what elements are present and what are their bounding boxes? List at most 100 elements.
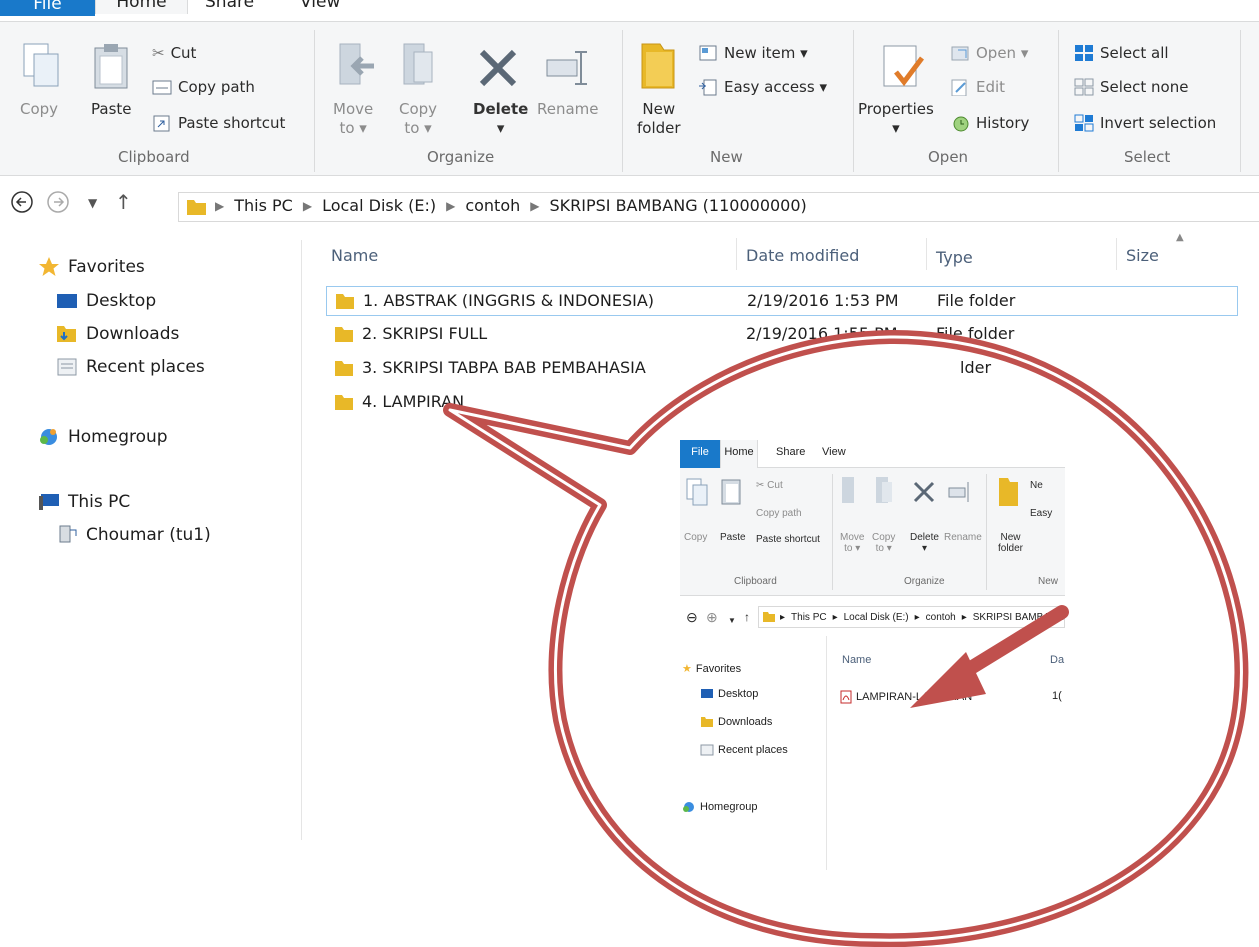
nav-network-drive[interactable]: Choumar (tu1) [56,524,211,546]
nav-favorites[interactable]: Favorites [38,256,145,278]
select-none-button[interactable]: Select none [1074,78,1188,96]
inset-file-row[interactable]: LAMPIRAN-LAMPIRAN [840,690,972,704]
homegroup-icon [38,426,60,448]
open-button[interactable]: Open ▾ [950,44,1028,62]
inset-delete-button[interactable]: Delete▾ [910,532,939,554]
breadcrumb-item[interactable]: Local Disk (E:) [322,196,436,215]
column-separator[interactable] [736,238,737,270]
inset-move-to-button[interactable]: Moveto ▾ [840,532,864,554]
properties-button[interactable]: Properties▾ [858,100,934,138]
move-to-button[interactable]: Moveto ▾ [333,100,373,138]
tab-view[interactable]: View [300,0,340,12]
table-row[interactable]: 4. LAMPIRAN [326,388,1238,418]
nav-desktop[interactable]: Desktop [56,291,156,311]
ribbon-separator [853,30,854,172]
inset-nav-downloads[interactable]: Downloads [700,716,772,728]
select-all-button[interactable]: Select all [1074,44,1169,62]
file-name: 3. SKRIPSI TABPA BAB PEMBAHASIA [362,358,646,377]
up-arrow-icon[interactable]: ↑ [115,190,132,214]
breadcrumb-item[interactable]: SKRIPSI BAMBANG (110000000) [549,196,806,215]
new-folder-button[interactable]: Newfolder [637,100,681,138]
inset-tab-file[interactable]: File [680,440,720,468]
column-header-name[interactable]: Name [331,246,378,265]
invert-selection-button[interactable]: Invert selection [1074,114,1216,132]
folder-icon [335,293,355,310]
breadcrumb-item[interactable]: contoh [465,196,520,215]
inset-cut-button[interactable]: ✂ Cut [756,480,783,491]
table-row[interactable]: 3. SKRIPSI TABPA BAB PEMBAHASIA lder [326,354,1238,384]
inset-nav-favorites[interactable]: ★Favorites [682,662,741,675]
inset-group-clipboard-label: Clipboard [734,576,777,587]
column-header-date[interactable]: Date modified [746,246,859,265]
inset-forward-arrow-icon[interactable]: ⊕ [706,612,718,623]
table-row[interactable]: 1. ABSTRAK (INGGRIS & INDONESIA) 2/19/20… [326,286,1238,316]
new-item-button[interactable]: New item ▾ [698,44,808,62]
breadcrumb-item[interactable]: SKRIPSI BAMBANG ( [973,612,1065,623]
copy-button[interactable]: Copy [20,100,58,119]
column-separator[interactable] [1116,238,1117,270]
inset-tab-share[interactable]: Share [776,446,805,458]
nav-downloads[interactable]: Downloads [56,324,179,344]
edit-button[interactable]: Edit [950,78,1005,96]
inset-nav-recent-places[interactable]: Recent places [700,744,788,756]
history-icon [950,114,970,132]
tab-share[interactable]: Share [205,0,254,12]
delete-button[interactable]: Delete▾ [473,100,528,138]
forward-button[interactable] [46,190,70,219]
inset-copy-path-button[interactable]: Copy path [756,508,802,519]
column-header-type[interactable]: Type [936,248,973,267]
history-button[interactable]: History [950,114,1029,132]
inset-nav-desktop[interactable]: Desktop [700,688,758,700]
breadcrumb-item[interactable]: This PC [234,196,293,215]
inset-delete-icon [912,480,936,504]
rename-button[interactable]: Rename [537,100,599,119]
inset-up-arrow-icon[interactable]: ↑ [744,612,750,623]
paste-button[interactable]: Paste [91,100,132,119]
tab-file[interactable]: File [0,0,95,16]
desktop-icon [56,292,78,310]
inset-rename-button[interactable]: Rename [944,532,982,543]
pdf-file-icon [840,690,852,704]
file-date: 2/19/2016 1:53 PM [747,291,899,310]
star-icon: ★ [682,662,692,675]
move-to-icon [336,42,376,90]
recent-locations-chevron-icon[interactable]: ▼ [88,196,97,210]
ribbon-separator [1058,30,1059,172]
nav-homegroup[interactable]: Homegroup [38,426,168,448]
inset-back-arrow-icon[interactable]: ⊖ [686,612,698,623]
paste-shortcut-button[interactable]: Paste shortcut [152,114,285,132]
breadcrumb-item[interactable]: contoh [926,612,956,623]
invert-selection-icon [1074,114,1094,132]
back-button[interactable] [10,190,34,219]
inset-nav-homegroup[interactable]: Homegroup [682,800,757,814]
inset-column-header-date[interactable]: Da [1050,654,1064,666]
inset-easy-access-button[interactable]: Easy [1030,508,1052,519]
inset-copy-button[interactable]: Copy [684,532,707,543]
group-open-label: Open [928,148,968,166]
copy-to-button[interactable]: Copyto ▾ [399,100,437,138]
inset-tab-home[interactable]: Home [720,440,758,468]
nav-this-pc[interactable]: This PC [38,492,130,512]
inset-column-header-name[interactable]: Name [842,654,871,666]
table-row[interactable]: 2. SKRIPSI FULL 2/19/2016 1:55 PM File f… [326,320,1238,350]
inset-new-item-button[interactable]: Ne [1030,480,1043,491]
column-separator[interactable] [926,238,927,270]
tab-home[interactable]: Home [95,0,188,14]
breadcrumb-item[interactable]: Local Disk (E:) [844,612,909,623]
inset-new-folder-button[interactable]: Newfolder [998,532,1023,554]
nav-recent-places[interactable]: Recent places [56,357,205,377]
cut-button[interactable]: ✂Cut [152,44,196,62]
inset-chevron-down-icon[interactable]: ▼ [728,615,736,626]
inset-tab-view[interactable]: View [822,446,846,458]
inset-copy-to-button[interactable]: Copyto ▾ [872,532,895,554]
inset-paste-button[interactable]: Paste [720,532,746,543]
breadcrumb-item[interactable]: This PC [791,612,827,623]
easy-access-icon [698,78,718,96]
inset-navigation-pane-border [826,636,827,870]
ribbon-tabs: File Home Share View [0,0,1259,22]
inset-paste-shortcut-button[interactable]: Paste shortcut [756,534,820,545]
easy-access-button[interactable]: Easy access ▾ [698,78,827,96]
copy-path-button[interactable]: Copy path [152,78,255,96]
inset-rename-icon [948,480,972,504]
column-header-size[interactable]: Size [1126,246,1159,265]
